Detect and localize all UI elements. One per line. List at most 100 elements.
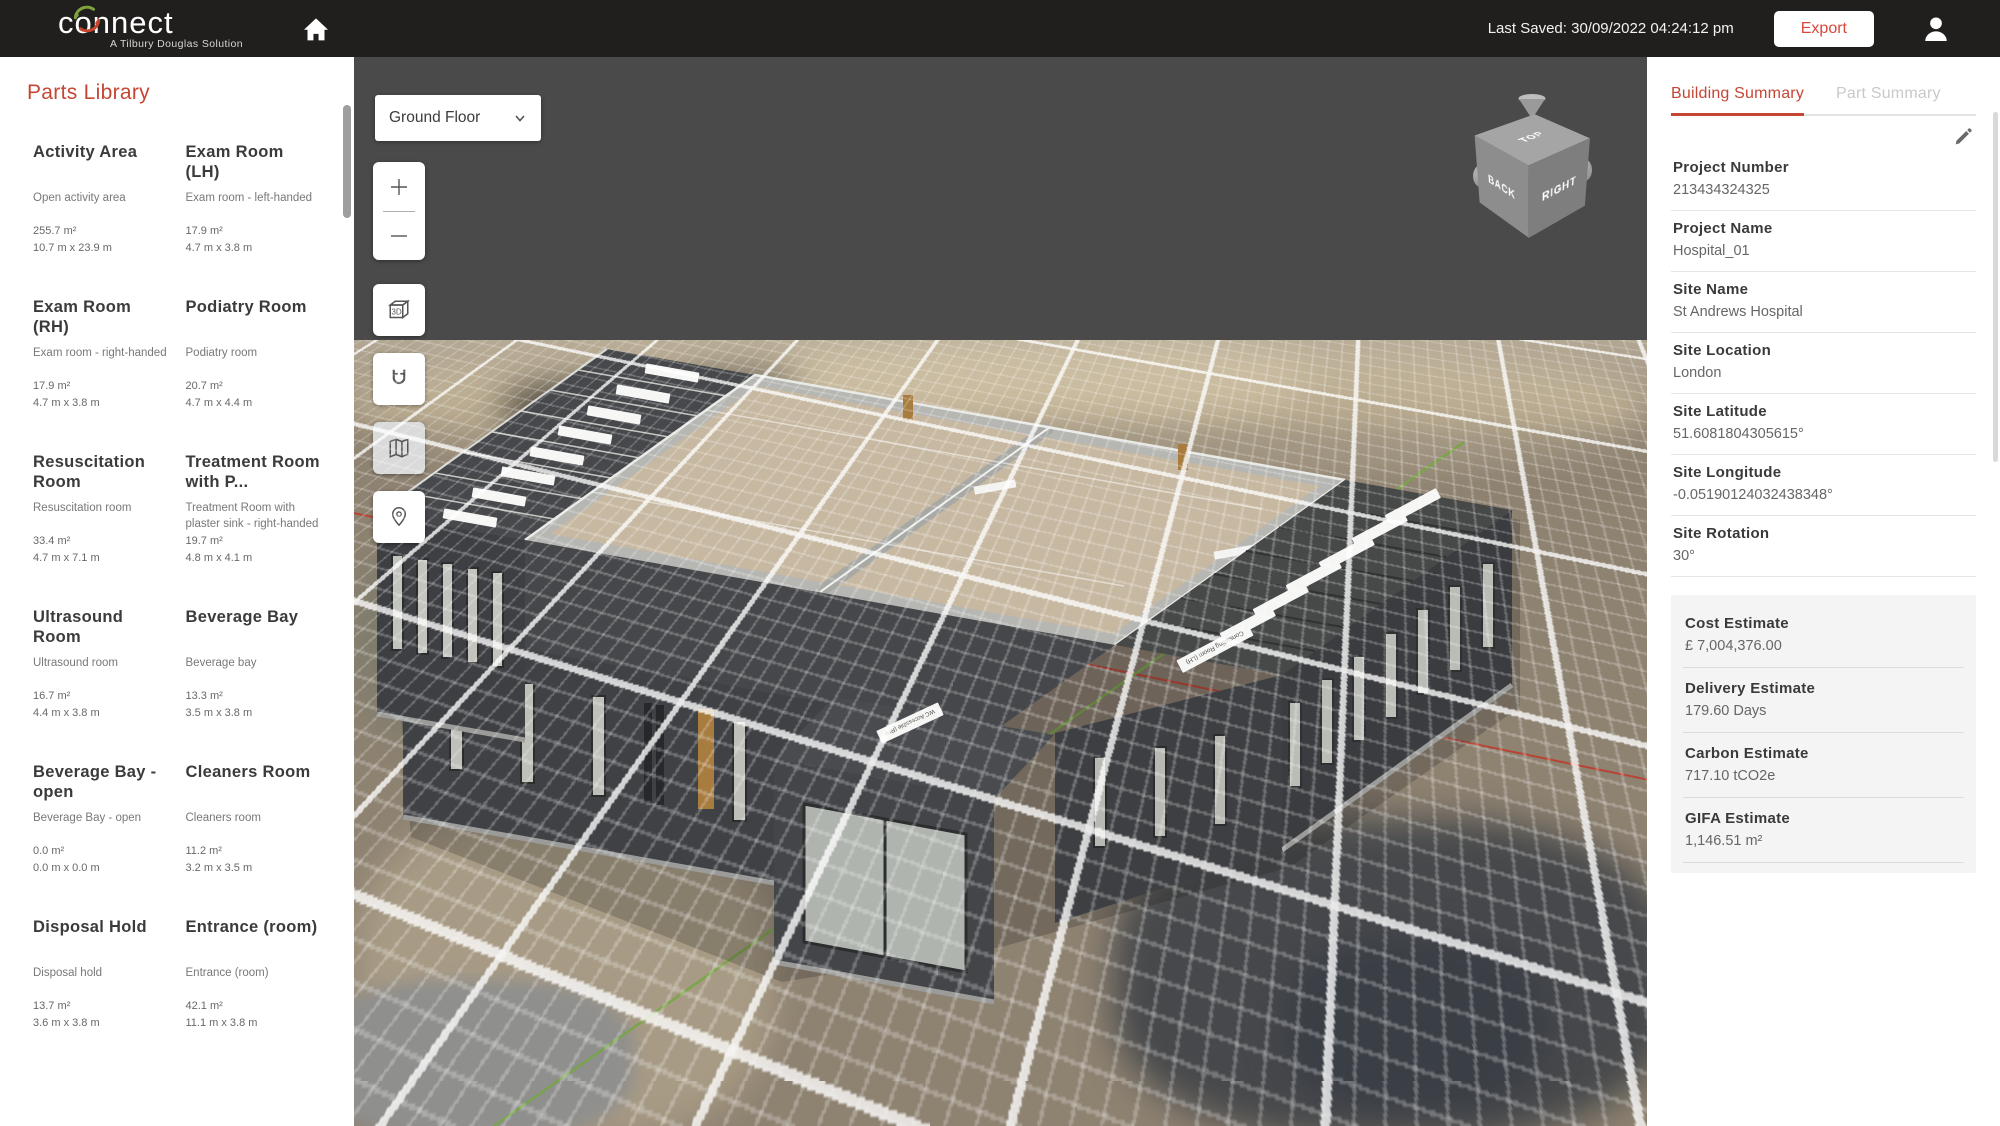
summary-tabs: Building Summary Part Summary bbox=[1671, 85, 1976, 116]
tab-building-summary[interactable]: Building Summary bbox=[1671, 85, 1804, 116]
part-name: Podiatry Room bbox=[186, 298, 323, 340]
part-area: 13.3 m² bbox=[186, 688, 323, 705]
building-model: Consulting Room (LH) WC Accessible (RH) bbox=[354, 57, 1647, 1126]
zoom-control bbox=[373, 162, 425, 260]
view-3d-button[interactable]: 3D bbox=[373, 284, 425, 336]
tab-part-summary[interactable]: Part Summary bbox=[1836, 85, 1941, 114]
logo-rings-icon bbox=[67, 0, 107, 39]
part-item[interactable]: Resuscitation Room Resuscitation room 33… bbox=[33, 453, 170, 566]
estimate-field: Delivery Estimate 179.60 Days bbox=[1683, 668, 1964, 733]
home-button[interactable] bbox=[299, 12, 333, 46]
nav-cube[interactable]: TOP BACK RIGHT bbox=[1467, 99, 1597, 235]
part-item[interactable]: Exam Room (LH) Exam room - left-handed 1… bbox=[186, 143, 323, 256]
last-saved-text: Last Saved: 30/09/2022 04:24:12 pm bbox=[1488, 20, 1734, 37]
home-icon bbox=[299, 12, 333, 46]
part-description: Treatment Room with plaster sink - right… bbox=[186, 501, 323, 533]
estimate-label: Delivery Estimate bbox=[1685, 680, 1962, 697]
part-item[interactable]: Entrance (room) Entrance (room) 42.1 m² … bbox=[186, 918, 323, 1031]
field-value: 30° bbox=[1673, 548, 1974, 564]
estimates-card: Cost Estimate £ 7,004,376.00 Delivery Es… bbox=[1671, 595, 1976, 873]
zoom-in-button[interactable] bbox=[373, 163, 425, 211]
part-item[interactable]: Ultrasound Room Ultrasound room 16.7 m² … bbox=[33, 608, 170, 721]
summary-field: Site Rotation 30° bbox=[1671, 516, 1976, 577]
logo-subtitle: A Tilbury Douglas Solution bbox=[58, 39, 243, 50]
part-name: Exam Room (RH) bbox=[33, 298, 170, 340]
floor-selector-dropdown[interactable]: Ground Floor bbox=[375, 95, 541, 141]
part-item[interactable]: Beverage Bay Beverage bay 13.3 m² 3.5 m … bbox=[186, 608, 323, 721]
svg-text:3D: 3D bbox=[391, 307, 402, 316]
part-dimensions: 10.7 m x 23.9 m bbox=[33, 240, 170, 257]
field-label: Project Number bbox=[1673, 159, 1974, 176]
snap-magnet-button[interactable] bbox=[373, 353, 425, 405]
part-name: Beverage Bay - open bbox=[33, 763, 170, 805]
field-value: St Andrews Hospital bbox=[1673, 304, 1974, 320]
part-description: Open activity area bbox=[33, 191, 170, 223]
field-value: 51.6081804305615° bbox=[1673, 426, 1974, 442]
zoom-out-button[interactable] bbox=[373, 212, 425, 260]
user-avatar-button[interactable] bbox=[1918, 11, 1954, 47]
edit-pencil-icon[interactable] bbox=[1952, 126, 1974, 148]
logo-wordmark: co nnect bbox=[58, 7, 174, 38]
part-dimensions: 4.8 m x 4.1 m bbox=[186, 550, 323, 567]
part-dimensions: 3.6 m x 3.8 m bbox=[33, 1015, 170, 1032]
top-bar: co nnect A Tilbury Douglas Solution Last… bbox=[0, 0, 2000, 57]
logo-o-rings: o bbox=[75, 7, 93, 38]
part-item[interactable]: Podiatry Room Podiatry room 20.7 m² 4.7 … bbox=[186, 298, 323, 411]
part-description: Podiatry room bbox=[186, 346, 323, 378]
topbar-right-cluster: Last Saved: 30/09/2022 04:24:12 pm Expor… bbox=[1488, 11, 2000, 47]
estimate-field: Carbon Estimate 717.10 tCO2e bbox=[1683, 733, 1964, 798]
part-description: Beverage Bay - open bbox=[33, 811, 170, 843]
part-dimensions: 3.2 m x 3.5 m bbox=[186, 860, 323, 877]
part-area: 17.9 m² bbox=[33, 378, 170, 395]
map-toggle-button[interactable] bbox=[373, 422, 425, 474]
field-value: -0.05190124032438348° bbox=[1673, 487, 1974, 503]
part-name: Disposal Hold bbox=[33, 918, 170, 960]
export-button[interactable]: Export bbox=[1774, 11, 1874, 47]
summary-field: Project Name Hospital_01 bbox=[1671, 211, 1976, 272]
part-item[interactable]: Disposal Hold Disposal hold 13.7 m² 3.6 … bbox=[33, 918, 170, 1031]
part-area: 33.4 m² bbox=[33, 533, 170, 550]
part-name: Ultrasound Room bbox=[33, 608, 170, 650]
estimate-field: GIFA Estimate 1,146.51 m² bbox=[1683, 798, 1964, 863]
part-name: Treatment Room with P... bbox=[186, 453, 323, 495]
estimate-field: Cost Estimate £ 7,004,376.00 bbox=[1683, 603, 1964, 668]
part-description: Disposal hold bbox=[33, 966, 170, 998]
viewport-toolbar: 3D bbox=[373, 162, 425, 560]
part-description: Exam room - left-handed bbox=[186, 191, 323, 223]
estimate-label: Carbon Estimate bbox=[1685, 745, 1962, 762]
part-item[interactable]: Beverage Bay - open Beverage Bay - open … bbox=[33, 763, 170, 876]
edit-row bbox=[1671, 116, 1976, 150]
part-item[interactable]: Exam Room (RH) Exam room - right-handed … bbox=[33, 298, 170, 411]
door bbox=[698, 709, 714, 809]
estimate-value: £ 7,004,376.00 bbox=[1685, 638, 1962, 654]
parts-scrollbar-thumb[interactable] bbox=[343, 105, 351, 218]
estimate-label: GIFA Estimate bbox=[1685, 810, 1962, 827]
part-area: 17.9 m² bbox=[186, 223, 323, 240]
part-dimensions: 4.7 m x 4.4 m bbox=[186, 395, 323, 412]
part-description: Exam room - right-handed bbox=[33, 346, 170, 378]
part-area: 255.7 m² bbox=[33, 223, 170, 240]
part-area: 0.0 m² bbox=[33, 843, 170, 860]
part-item[interactable]: Activity Area Open activity area 255.7 m… bbox=[33, 143, 170, 256]
field-label: Site Location bbox=[1673, 342, 1974, 359]
part-item[interactable]: Cleaners Room Cleaners room 11.2 m² 3.2 … bbox=[186, 763, 323, 876]
summary-scrollbar-thumb[interactable] bbox=[1993, 112, 1998, 462]
part-description: Resuscitation room bbox=[33, 501, 170, 533]
connect-logo: co nnect A Tilbury Douglas Solution bbox=[58, 7, 243, 50]
summary-field: Project Number 213434324325 bbox=[1671, 150, 1976, 211]
part-name: Beverage Bay bbox=[186, 608, 323, 650]
field-value: London bbox=[1673, 365, 1974, 381]
viewport-3d-canvas[interactable]: Consulting Room (LH) WC Accessible (RH) … bbox=[354, 57, 1647, 1126]
part-item[interactable]: Treatment Room with P... Treatment Room … bbox=[186, 453, 323, 566]
part-dimensions: 4.7 m x 3.8 m bbox=[186, 240, 323, 257]
part-area: 13.7 m² bbox=[33, 998, 170, 1015]
nav-cube-body[interactable]: TOP BACK RIGHT bbox=[1500, 125, 1561, 219]
summary-field: Site Latitude 51.6081804305615° bbox=[1671, 394, 1976, 455]
dark-panel bbox=[656, 705, 664, 805]
part-name: Resuscitation Room bbox=[33, 453, 170, 495]
location-pin-button[interactable] bbox=[373, 491, 425, 543]
field-value: 213434324325 bbox=[1673, 182, 1974, 198]
summary-field: Site Longitude -0.05190124032438348° bbox=[1671, 455, 1976, 516]
part-area: 20.7 m² bbox=[186, 378, 323, 395]
summary-field: Site Name St Andrews Hospital bbox=[1671, 272, 1976, 333]
